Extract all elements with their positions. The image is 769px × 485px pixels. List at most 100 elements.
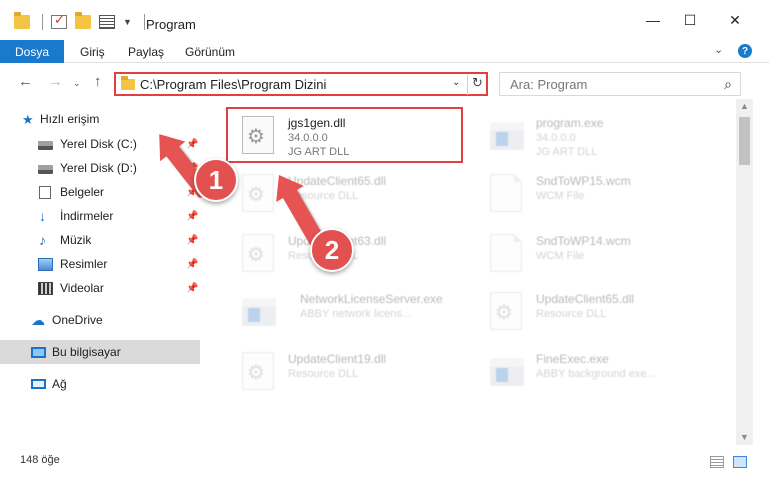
- ribbon-expand-icon[interactable]: ⌄: [714, 43, 723, 56]
- network-icon: [31, 379, 46, 389]
- file-item[interactable]: UpdateClient19.dll Resource DLL: [228, 342, 468, 398]
- file-name: UpdateClient19.dll: [288, 352, 387, 366]
- item-count: 148 öğe: [20, 454, 60, 466]
- file-description: ABBY background exe...: [536, 368, 656, 380]
- sidebar-item-label: Bu bilgisayar: [52, 345, 121, 359]
- file-item[interactable]: NetworkLicenseServer.exe ABBY network li…: [228, 282, 468, 338]
- dll-file-icon: [242, 234, 274, 272]
- folder-icon[interactable]: [14, 12, 30, 29]
- close-button[interactable]: ✕: [712, 0, 758, 40]
- pin-icon: 📌: [186, 282, 199, 294]
- toolbar-divider: [143, 14, 145, 30]
- sidebar-item-label: Ağ: [52, 377, 67, 391]
- annotation-badge-1: 1: [194, 158, 238, 202]
- annotation-badge-2: 2: [310, 228, 354, 272]
- maximize-button[interactable]: ☐: [667, 0, 713, 40]
- search-icon[interactable]: ⌕: [724, 76, 732, 93]
- videos-icon: [38, 281, 53, 295]
- pictures-icon: [38, 257, 53, 271]
- back-button[interactable]: ←: [18, 73, 33, 90]
- file-version: 34.0.0.0: [536, 132, 576, 144]
- file-name: NetworkLicenseServer.exe: [300, 292, 443, 306]
- sidebar-item-label: Yerel Disk (C:): [60, 137, 137, 151]
- dll-file-icon: [242, 352, 274, 390]
- sidebar-item-label: Belgeler: [60, 185, 105, 199]
- exe-file-icon: [490, 122, 524, 150]
- quick-access-toolbar: ▼: [14, 12, 145, 30]
- sidebar-item-pictures[interactable]: Resimler 📌: [0, 252, 200, 276]
- tab-share[interactable]: Paylaş: [128, 45, 164, 59]
- sidebar-item-label: İndirmeler: [60, 209, 114, 223]
- file-item[interactable]: FineExec.exe ABBY background exe...: [476, 342, 716, 398]
- download-icon: ↓: [39, 207, 46, 224]
- file-description: JG ART DLL: [536, 146, 598, 158]
- vertical-scrollbar[interactable]: ▲ ▼: [736, 99, 753, 445]
- file-description: WCM File: [536, 190, 585, 202]
- sidebar-item-videos[interactable]: Videolar 📌: [0, 276, 200, 300]
- file-name: SndToWP15.wcm: [536, 174, 631, 188]
- music-icon: ♪: [39, 231, 46, 248]
- sidebar-item-label: Hızlı erişim: [40, 112, 100, 126]
- sidebar-item-label: Resimler: [60, 257, 108, 271]
- details-view-icon[interactable]: [710, 456, 724, 468]
- sidebar-item-onedrive[interactable]: ☁ OneDrive: [0, 308, 200, 332]
- help-icon[interactable]: ?: [738, 44, 752, 58]
- customize-toolbar-icon[interactable]: ▼: [123, 17, 132, 27]
- toolbar-divider: [42, 14, 43, 30]
- tab-view[interactable]: Görünüm: [185, 45, 235, 59]
- tab-home[interactable]: Giriş: [80, 45, 105, 59]
- new-folder-icon[interactable]: [75, 12, 91, 29]
- file-description: Resource DLL: [288, 368, 359, 380]
- pin-icon: 📌: [186, 138, 199, 150]
- window-title: Program: [146, 17, 196, 32]
- ribbon-tabs: Dosya Giriş Paylaş Görünüm ⌄ ?: [0, 40, 769, 63]
- wcm-file-icon: [490, 174, 522, 212]
- cloud-icon: ☁: [31, 311, 45, 328]
- sidebar-item-documents[interactable]: Belgeler 📌: [0, 180, 200, 204]
- file-description: ABBY network licens...: [300, 308, 412, 320]
- file-item[interactable]: UpdateClient65.dll Resource DLL: [228, 164, 468, 220]
- sidebar-item-music[interactable]: ♪ Müzik 📌: [0, 228, 200, 252]
- file-highlight-box: [226, 107, 463, 163]
- recent-locations-button[interactable]: ⌄: [73, 78, 81, 89]
- address-dropdown-icon[interactable]: ⌄: [452, 77, 460, 88]
- file-name: FineExec.exe: [536, 352, 609, 366]
- file-item[interactable]: UpdateClient65.dll Resource DLL: [476, 282, 716, 338]
- exe-file-icon: [242, 298, 276, 326]
- disk-icon: [38, 140, 53, 150]
- file-item[interactable]: SndToWP14.wcm WCM File: [476, 224, 716, 280]
- file-description: Resource DLL: [536, 308, 607, 320]
- forward-button[interactable]: →: [48, 73, 63, 90]
- star-icon: ★: [22, 111, 34, 127]
- dll-file-icon: [490, 292, 522, 330]
- sidebar-item-this-pc[interactable]: Bu bilgisayar: [0, 340, 200, 364]
- title-bar: ▼ Program — ☐ ✕: [0, 0, 769, 40]
- scroll-down-icon[interactable]: ▼: [740, 432, 749, 442]
- wcm-file-icon: [490, 234, 522, 272]
- folder-icon: [121, 76, 135, 90]
- scroll-up-icon[interactable]: ▲: [740, 101, 749, 111]
- address-path[interactable]: C:\Program Files\Program Dizini: [140, 77, 326, 92]
- refresh-button[interactable]: ↻: [467, 75, 487, 95]
- sidebar-item-downloads[interactable]: ↓ İndirmeler 📌: [0, 204, 200, 228]
- view-options-icon[interactable]: [99, 15, 115, 29]
- up-button[interactable]: ↑: [94, 73, 102, 90]
- documents-icon: [39, 185, 51, 199]
- sidebar-item-label: Müzik: [60, 233, 92, 247]
- computer-icon: [31, 346, 46, 358]
- file-item[interactable]: program.exe 34.0.0.0 JG ART DLL: [476, 106, 716, 162]
- tab-file[interactable]: Dosya: [0, 40, 64, 63]
- file-name: SndToWP14.wcm: [536, 234, 631, 248]
- scrollbar-thumb[interactable]: [739, 117, 750, 165]
- navigation-bar: ← → ⌄ ↑ C:\Program Files\Program Dizini …: [0, 68, 769, 98]
- properties-check-icon[interactable]: [51, 12, 67, 29]
- pin-icon: 📌: [186, 234, 199, 246]
- file-item[interactable]: SndToWP15.wcm WCM File: [476, 164, 716, 220]
- address-bar[interactable]: C:\Program Files\Program Dizini ⌄ ↻: [114, 72, 488, 96]
- tiles-view-icon[interactable]: [733, 456, 747, 468]
- sidebar-item-network[interactable]: Ağ: [0, 372, 200, 396]
- search-placeholder: Ara: Program: [510, 77, 588, 92]
- file-description: WCM File: [536, 250, 585, 262]
- sidebar-item-label: Yerel Disk (D:): [60, 161, 137, 175]
- search-input[interactable]: Ara: Program ⌕: [499, 72, 741, 96]
